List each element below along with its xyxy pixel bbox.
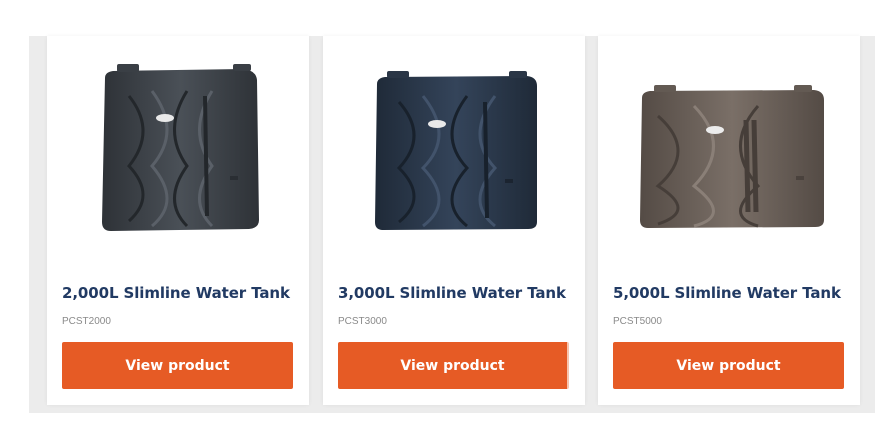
product-sku: PCST2000: [62, 316, 111, 327]
product-title[interactable]: 5,000L Slimline Water Tank: [613, 284, 841, 302]
product-image[interactable]: [598, 36, 860, 266]
water-tank-image: [102, 64, 259, 231]
view-product-button[interactable]: View product: [338, 342, 569, 389]
product-title[interactable]: 3,000L Slimline Water Tank: [338, 284, 566, 302]
product-sku: PCST5000: [613, 316, 662, 327]
water-tank-image: [640, 85, 824, 228]
view-product-button[interactable]: View product: [613, 342, 844, 389]
product-card[interactable]: 2,000L Slimline Water Tank PCST2000 View…: [47, 36, 309, 405]
water-tank-image: [375, 71, 537, 230]
product-image[interactable]: [47, 36, 309, 266]
product-title[interactable]: 2,000L Slimline Water Tank: [62, 284, 290, 302]
product-sku: PCST3000: [338, 316, 387, 327]
product-card[interactable]: 3,000L Slimline Water Tank PCST3000 View…: [323, 36, 585, 405]
product-image[interactable]: [323, 36, 585, 266]
view-product-button[interactable]: View product: [62, 342, 293, 389]
product-card[interactable]: 5,000L Slimline Water Tank PCST5000 View…: [598, 36, 860, 405]
product-carousel: 2,000L Slimline Water Tank PCST2000 View…: [0, 0, 875, 429]
